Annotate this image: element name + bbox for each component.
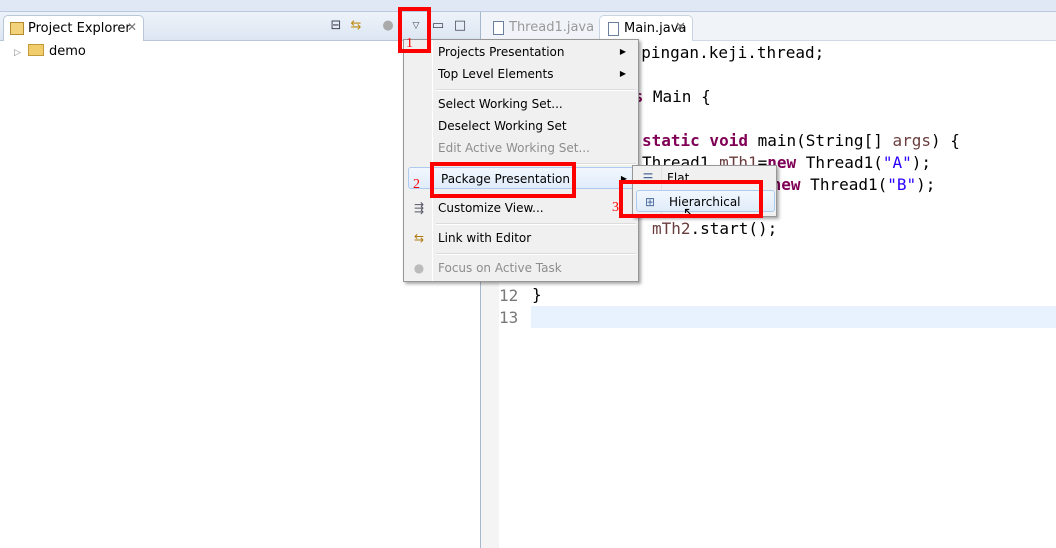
annotation-number: 3 (612, 200, 619, 215)
tab-main-java[interactable]: Main.java ✕ (599, 15, 693, 41)
minimize-icon[interactable]: ▭ (430, 18, 446, 34)
menu-separator (436, 253, 636, 255)
menu-separator (436, 89, 636, 91)
annotation-box-1 (398, 7, 431, 53)
code-line-package: n.pingan.keji.thread; (622, 43, 825, 62)
line-number: 12 (499, 286, 519, 305)
menu-item-projects-presentation[interactable]: Projects Presentation ▶ (406, 41, 636, 63)
annotation-number: 1 (406, 36, 413, 51)
menu-item-customize-view[interactable]: ⇶ Customize View... (406, 197, 636, 219)
tab-thread1-java[interactable]: Thread1.java (485, 15, 605, 41)
line-number: 13 (499, 308, 519, 327)
project-folder-icon (28, 44, 44, 56)
project-explorer-icon (10, 22, 24, 35)
menu-item-select-working-set[interactable]: Select Working Set... (406, 93, 636, 115)
menu-item-link-with-editor[interactable]: ⇆ Link with Editor (406, 227, 636, 249)
expand-arrow-icon[interactable]: ▷ (14, 48, 28, 58)
maximize-icon[interactable]: □ (452, 18, 468, 34)
tree-item-demo[interactable]: ▷ demo (14, 44, 86, 59)
menu-item-focus-on-active-task: ● Focus on Active Task (406, 257, 636, 279)
code-line-start2: mTh2.start(); (652, 219, 778, 238)
tab-label: Project Explorer (28, 21, 131, 36)
main-toolbar (0, 0, 1056, 12)
current-line-highlight (531, 306, 1056, 328)
annotation-number: 2 (413, 177, 420, 192)
annotation-box-2 (430, 162, 576, 198)
tab-label: Thread1.java (509, 20, 595, 35)
close-icon[interactable]: ✕ (675, 20, 686, 35)
java-file-icon (608, 22, 619, 36)
link-with-editor-icon: ⇆ (413, 231, 425, 245)
submenu-arrow-icon: ▶ (619, 47, 626, 56)
customize-view-icon: ⇶ (413, 201, 425, 215)
code-line-main: static void main(String[] args) { (642, 131, 960, 150)
link-with-editor-icon[interactable]: ⇆ (348, 18, 364, 34)
annotation-box-3 (619, 180, 763, 218)
collapse-all-icon[interactable]: ⊟ (328, 18, 344, 34)
tab-project-explorer[interactable]: Project Explorer ✕ (3, 15, 144, 41)
editor-tabbar: Thread1.java Main.java ✕ (481, 12, 1056, 41)
menu-item-top-level-elements[interactable]: Top Level Elements ▶ (406, 63, 636, 85)
menu-separator (436, 223, 636, 225)
code-line-close: } (532, 285, 542, 304)
java-file-icon (493, 21, 504, 35)
tree-item-label: demo (49, 44, 86, 59)
menu-item-edit-active-working-set: Edit Active Working Set... (438, 141, 590, 155)
focus-task-icon[interactable]: ● (380, 18, 396, 34)
focus-task-icon: ● (413, 261, 425, 275)
submenu-arrow-icon: ▶ (619, 69, 626, 78)
project-tree: ▷ demo (14, 44, 86, 59)
code-line-thread2: =new Thread1("B"); (762, 175, 936, 194)
close-icon[interactable]: ✕ (127, 20, 137, 34)
menu-item-deselect-working-set[interactable]: Deselect Working Set (406, 115, 636, 137)
view-menu: Projects Presentation ▶ Top Level Element… (403, 39, 639, 282)
